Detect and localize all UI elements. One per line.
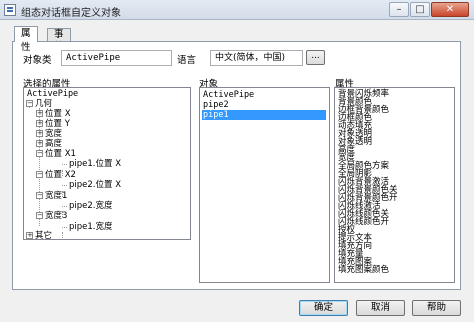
tree-item-position-x[interactable]: + 位置 X <box>36 109 71 119</box>
collapse-icon[interactable]: − <box>36 192 43 199</box>
expand-icon[interactable]: + <box>26 232 33 239</box>
expand-icon[interactable]: + <box>36 120 43 127</box>
title-bar: 组态对话框自定义对象 – □ ✕ <box>0 0 474 20</box>
tree-item-pipe1-width[interactable]: pipe1.宽度 <box>69 222 113 232</box>
tree-item-geometry[interactable]: − 几何 <box>26 99 52 109</box>
object-item-activepipe[interactable]: ActivePipe <box>202 90 326 100</box>
collapse-icon[interactable]: − <box>36 212 43 219</box>
tab-properties[interactable]: 属性 <box>14 26 38 53</box>
collapse-icon[interactable]: − <box>36 171 43 178</box>
maximize-button[interactable]: □ <box>410 2 430 17</box>
language-label: 语言 <box>177 55 197 66</box>
tree-item-position-x2[interactable]: − 位置 X2 <box>36 170 76 180</box>
close-button[interactable]: ✕ <box>431 2 469 17</box>
objects-list[interactable]: ActivePipe pipe2 pipe1 <box>199 87 330 283</box>
properties-panel: 对象类 ActivePipe 语言 中文(简体，中国) ... 选择的属性 Ac… <box>12 41 461 290</box>
tree-item-root[interactable]: ActivePipe <box>27 89 78 99</box>
collapse-icon[interactable]: − <box>26 100 33 107</box>
language-field[interactable]: 中文(简体，中国) <box>210 50 303 66</box>
expand-icon[interactable]: + <box>36 140 43 147</box>
object-item-pipe1[interactable]: pipe1 <box>202 110 326 120</box>
object-class-field[interactable]: ActivePipe <box>61 50 172 66</box>
properties-list[interactable]: 背景闪烁频率 背景颜色 边框背景颜色 边框颜色 动态填充 对象透明 对象透明 高… <box>334 87 455 283</box>
collapse-icon[interactable]: − <box>36 150 43 157</box>
tree-item-pipe2-width[interactable]: pipe2.宽度 <box>69 201 113 211</box>
app-icon <box>4 4 16 16</box>
window-title: 组态对话框自定义对象 <box>21 8 121 19</box>
tree-item-width[interactable]: + 宽度 <box>36 129 62 139</box>
tree-item-width3[interactable]: − 宽度3 <box>36 211 67 221</box>
expand-icon[interactable]: + <box>36 110 43 117</box>
tree-item-other[interactable]: + 其它 <box>26 231 52 239</box>
tab-events[interactable]: 事件 <box>47 28 71 52</box>
tree-item-pipe2-position-x[interactable]: pipe2.位置 X <box>69 180 121 190</box>
ok-button[interactable]: 确定 <box>299 300 348 316</box>
object-item-pipe2[interactable]: pipe2 <box>202 100 326 110</box>
tree-item-position-x1[interactable]: − 位置 X1 <box>36 149 76 159</box>
language-browse-button[interactable]: ... <box>306 50 325 65</box>
tree-item-width1[interactable]: − 宽度1 <box>36 191 67 201</box>
minimize-button[interactable]: – <box>389 2 409 17</box>
cancel-button[interactable]: 取消 <box>356 300 405 316</box>
expand-icon[interactable]: + <box>36 130 43 137</box>
tree-item-position-y[interactable]: + 位置 Y <box>36 119 70 129</box>
tree-item-pipe1-position-x[interactable]: pipe1.位置 X <box>69 159 121 169</box>
help-button[interactable]: 帮助 <box>412 300 461 316</box>
property-item[interactable]: 填充图案颜色 <box>338 266 389 275</box>
tree-item-height[interactable]: + 高度 <box>36 139 62 149</box>
selected-properties-tree[interactable]: ActivePipe − 几何 + 位置 X + 位置 Y + 宽度 + 高度 − 位置 X… <box>23 87 191 240</box>
